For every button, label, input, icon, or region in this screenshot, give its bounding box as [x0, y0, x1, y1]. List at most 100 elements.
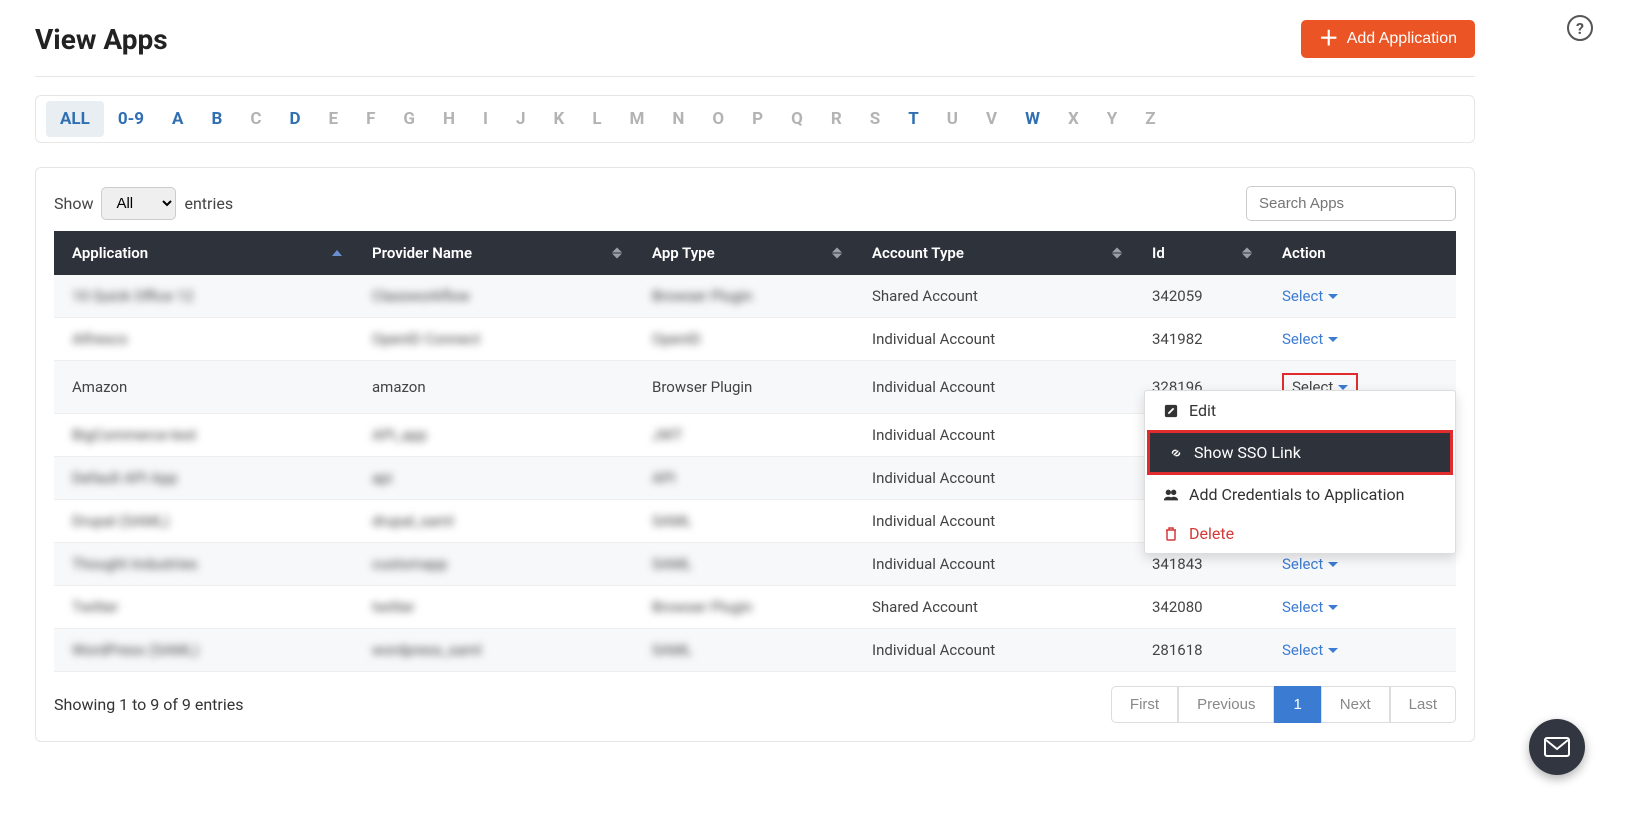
col-action: Action [1264, 231, 1456, 275]
col-id[interactable]: Id [1134, 231, 1264, 275]
sort-icon [832, 248, 842, 259]
cell-provider: twitter [372, 598, 415, 616]
alpha-r[interactable]: R [817, 101, 856, 137]
table-row: AlfrescoOpenID ConnectOpenIDIndividual A… [54, 318, 1456, 361]
cell-app-type: SAML [652, 512, 692, 530]
page-previous[interactable]: Previous [1178, 686, 1274, 723]
select-action[interactable]: Select [1282, 287, 1338, 305]
page-last[interactable]: Last [1390, 686, 1456, 723]
cell-application: Alfresco [72, 330, 128, 348]
cell-app-type: Browser Plugin [652, 287, 752, 305]
cell-app-type: JWT [652, 426, 683, 444]
cell-id: 342080 [1152, 598, 1203, 616]
cell-provider: amazon [372, 378, 426, 396]
caret-down-icon [1328, 562, 1338, 567]
search-input[interactable] [1246, 186, 1456, 221]
cell-id: 342059 [1152, 287, 1203, 305]
alpha-i[interactable]: I [469, 101, 502, 137]
dropdown-delete[interactable]: Delete [1145, 514, 1455, 553]
dropdown-add-creds[interactable]: Add Credentials to Application [1145, 475, 1455, 514]
page-header: View Apps ＋ Add Application [35, 20, 1475, 77]
cell-provider: api [372, 469, 392, 487]
table-row: 10 Quick Office 12ClassworkflowBrowser P… [54, 275, 1456, 318]
alpha-0-9[interactable]: 0-9 [104, 101, 158, 137]
alpha-d[interactable]: D [275, 101, 314, 137]
mail-icon [1544, 737, 1570, 757]
trash-icon [1163, 527, 1179, 541]
cell-account-type: Individual Account [872, 330, 995, 348]
cell-application: Twitter [72, 598, 118, 616]
cell-app-type: OpenID [652, 330, 701, 348]
dropdown-edit[interactable]: Edit [1145, 391, 1455, 430]
cell-application: Amazon [72, 378, 127, 396]
users-icon [1163, 488, 1179, 502]
select-action[interactable]: Select [1282, 555, 1338, 573]
add-application-button[interactable]: ＋ Add Application [1301, 20, 1475, 58]
col-app-type[interactable]: App Type [634, 231, 854, 275]
cell-application: Default API App [72, 469, 177, 487]
alpha-filter-panel: ALL0-9ABCDEFGHIJKLMNOPQRSTUVWXYZ [35, 95, 1475, 143]
cell-application: WordPress (SAML) [72, 641, 199, 659]
col-provider[interactable]: Provider Name [354, 231, 634, 275]
edit-icon [1163, 404, 1179, 418]
cell-app-type: API [652, 469, 675, 487]
alpha-h[interactable]: H [429, 101, 469, 137]
caret-down-icon [1328, 294, 1338, 299]
caret-down-icon [1328, 648, 1338, 653]
alpha-g[interactable]: G [389, 101, 429, 137]
action-dropdown: Edit Show SSO Link Add Credentials to Ap… [1144, 390, 1456, 554]
alpha-f[interactable]: F [352, 101, 389, 137]
alpha-w[interactable]: W [1011, 101, 1054, 137]
entries-label: entries [184, 194, 233, 213]
cell-app-type: Browser Plugin [652, 598, 752, 616]
alpha-n[interactable]: N [658, 101, 698, 137]
select-action[interactable]: Select [1282, 641, 1338, 659]
col-application[interactable]: Application [54, 231, 354, 275]
page-1[interactable]: 1 [1274, 686, 1320, 723]
alpha-s[interactable]: S [856, 101, 894, 137]
col-account-type[interactable]: Account Type [854, 231, 1134, 275]
cell-account-type: Shared Account [872, 287, 978, 305]
table-row: WordPress (SAML)wordpress_samlSAMLIndivi… [54, 629, 1456, 672]
cell-provider: wordpress_saml [372, 641, 482, 659]
alpha-z[interactable]: Z [1131, 101, 1169, 137]
alpha-o[interactable]: O [698, 101, 738, 137]
alpha-k[interactable]: K [540, 101, 579, 137]
alpha-filter: ALL0-9ABCDEFGHIJKLMNOPQRSTUVWXYZ [46, 101, 1464, 137]
help-icon[interactable]: ? [1567, 15, 1593, 41]
alpha-m[interactable]: M [616, 101, 659, 137]
select-action[interactable]: Select [1282, 330, 1338, 348]
dropdown-show-sso[interactable]: Show SSO Link [1150, 433, 1450, 472]
caret-down-icon [1338, 385, 1348, 390]
alpha-p[interactable]: P [738, 101, 777, 137]
apps-table-card: Show All entries Application Pro [35, 167, 1475, 742]
show-entries-control: Show All entries [54, 187, 233, 220]
alpha-t[interactable]: T [894, 101, 933, 137]
alpha-b[interactable]: B [197, 101, 236, 137]
link-icon [1168, 446, 1184, 460]
alpha-l[interactable]: L [578, 101, 615, 137]
page-title: View Apps [35, 23, 168, 56]
cell-application: Thought Industries [72, 555, 198, 573]
page-first[interactable]: First [1111, 686, 1178, 723]
sort-icon [1242, 248, 1252, 259]
alpha-y[interactable]: Y [1093, 101, 1132, 137]
cell-provider: API_app [372, 426, 427, 444]
chat-fab[interactable] [1529, 719, 1585, 775]
cell-id: 281618 [1152, 641, 1203, 659]
alpha-x[interactable]: X [1054, 101, 1093, 137]
alpha-j[interactable]: J [502, 101, 540, 137]
alpha-e[interactable]: E [315, 101, 353, 137]
alpha-u[interactable]: U [933, 101, 972, 137]
select-action[interactable]: Select [1282, 598, 1338, 616]
pagination: First Previous 1 Next Last [1111, 686, 1456, 723]
alpha-c[interactable]: C [236, 101, 275, 137]
sort-icon [1112, 248, 1122, 259]
entries-select[interactable]: All [101, 187, 176, 220]
alpha-v[interactable]: V [972, 101, 1011, 137]
cell-app-type: Browser Plugin [652, 378, 752, 396]
alpha-a[interactable]: A [158, 101, 197, 137]
alpha-all[interactable]: ALL [46, 101, 104, 137]
alpha-q[interactable]: Q [777, 101, 817, 137]
page-next[interactable]: Next [1321, 686, 1390, 723]
